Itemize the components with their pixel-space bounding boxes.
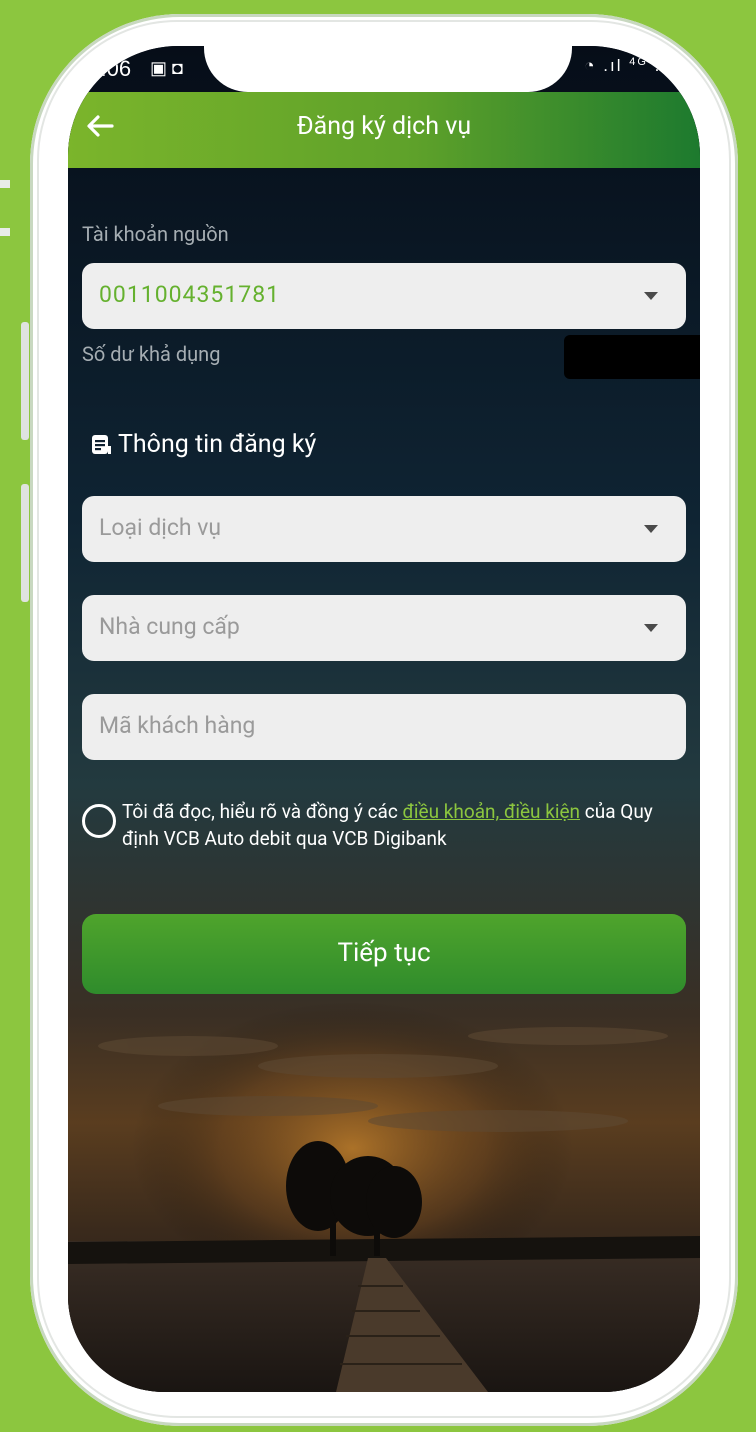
balance-value-redacted [564, 335, 700, 379]
source-account-label: Tài khoản nguồn [82, 222, 229, 246]
page-title: Đăng ký dịch vụ [296, 112, 472, 141]
continue-button-label: Tiếp tục [337, 938, 431, 968]
camera-notch [204, 46, 572, 92]
section-title-text: Thông tin đăng ký [118, 430, 317, 459]
app-header: Đăng ký dịch vụ [68, 92, 700, 168]
chevron-down-icon [644, 624, 658, 632]
chevron-down-icon [644, 292, 658, 300]
terms-text-before: Tôi đã đọc, hiểu rõ và đồng ý các [122, 800, 403, 823]
continue-button[interactable]: Tiếp tục [82, 914, 686, 994]
signal-icon: .ıl [603, 56, 623, 75]
service-type-placeholder: Loại dịch vụ [99, 514, 222, 541]
terms-agree-radio[interactable] [82, 804, 116, 838]
terms-link[interactable]: điều khoản, điều kiện [403, 800, 581, 823]
chevron-down-icon [644, 525, 658, 533]
service-type-select[interactable]: Loại dịch vụ [82, 496, 686, 562]
phone-side-button [21, 484, 29, 602]
4g-icon: 4G [629, 56, 648, 68]
shield-icon: ◘ [172, 58, 183, 78]
source-account-value: 0011004351781 [99, 281, 281, 308]
balance-label: Số dư khả dụng [82, 342, 221, 366]
edge-tick [0, 228, 10, 236]
provider-select[interactable]: Nhà cung cấp [82, 595, 686, 661]
phone-side-button [21, 322, 29, 440]
edge-tick [0, 180, 10, 188]
status-right-icons: ◔ .ıl 4G .ıl ▮ [584, 56, 692, 76]
document-icon [92, 435, 111, 455]
provider-placeholder: Nhà cung cấp [99, 613, 240, 640]
status-left-icons: ▣ ◘ [150, 58, 183, 79]
customer-code-input[interactable]: Mã khách hàng [82, 694, 686, 760]
battery-icon: ▮ [680, 56, 692, 75]
source-account-select[interactable]: 0011004351781 [82, 263, 686, 329]
customer-code-placeholder: Mã khách hàng [99, 712, 256, 739]
status-time: 16:06 [76, 56, 132, 81]
section-title: Thông tin đăng ký [90, 430, 316, 459]
app-screen: 16:06 ▣ ◘ ◔ .ıl 4G .ıl ▮ Đăng ký dịch vụ… [68, 46, 700, 1392]
terms-text: Tôi đã đọc, hiểu rõ và đồng ý các điều k… [122, 798, 682, 852]
image-icon: ▣ [150, 58, 168, 78]
alarm-icon: ◔ [584, 56, 597, 75]
signal-icon: .ıl [654, 56, 674, 75]
